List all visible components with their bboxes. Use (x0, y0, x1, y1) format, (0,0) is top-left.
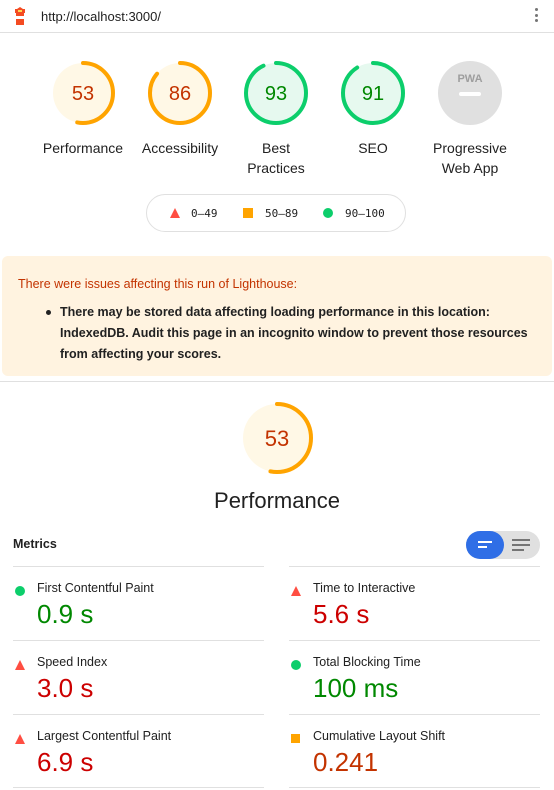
metric-value: 5.6 s (313, 599, 370, 629)
metric-indicator-icon (15, 583, 25, 601)
url-text: http://localhost:3000/ (41, 9, 161, 24)
divider (0, 381, 554, 382)
metric-name: Speed Index (37, 655, 108, 669)
gauge-ring-icon: 91 (341, 61, 405, 125)
metric-value: 6.9 s (37, 747, 94, 777)
gauge-label: Best Practices (247, 140, 305, 176)
metric-value: 0.241 (313, 747, 379, 777)
performance-score: 53 (265, 426, 289, 451)
metric-time-to-interactive: Time to Interactive 5.6 s (289, 566, 540, 640)
score-legend: 0–49 50–89 90–100 (146, 194, 406, 232)
metric-total-blocking-time: Total Blocking Time 100 ms (289, 640, 540, 714)
top-bar: http://localhost:3000/ (0, 0, 554, 33)
gauge-score: 86 (169, 83, 191, 105)
warning-list: There may be stored data affecting loadi… (46, 302, 530, 365)
pwa-badge-text: PWA (457, 73, 482, 85)
metric-indicator-icon (291, 583, 301, 601)
gauge-accessibility[interactable]: 86 Accessibility (130, 60, 230, 158)
gauge-label: Performance (42, 140, 124, 156)
metric-first-contentful-paint: First Contentful Paint 0.9 s (13, 566, 264, 640)
metric-name: Largest Contentful Paint (37, 729, 172, 743)
gauge-label: SEO (358, 140, 388, 156)
legend-pass: 90–100 (345, 207, 385, 220)
metric-name: First Contentful Paint (37, 581, 154, 595)
metric-name: Total Blocking Time (313, 655, 421, 669)
fail-triangle-icon (170, 208, 180, 218)
gauge-score: 53 (72, 83, 94, 105)
gauge-ring-icon: 86 (148, 61, 212, 125)
legend-average: 50–89 (265, 207, 299, 220)
compact-view-button[interactable] (466, 531, 504, 559)
metrics-heading: Metrics (13, 537, 57, 551)
performance-title: Performance (214, 488, 340, 513)
performance-gauge[interactable]: 53 (240, 401, 314, 475)
lighthouse-icon (15, 7, 25, 25)
gauge-ring-icon: 93 (244, 61, 308, 125)
pwa-badge-icon: PWA (438, 61, 502, 125)
gauge-label: Progressive Web App (433, 140, 507, 176)
metric-indicator-icon (291, 657, 301, 675)
gauge-performance[interactable]: 53 Performance (33, 60, 133, 158)
metric-indicator-icon (15, 731, 25, 749)
metric-value: 100 ms (313, 673, 399, 703)
metrics-view-toggle[interactable] (466, 531, 540, 559)
warning-item: There may be stored data affecting loadi… (46, 302, 530, 365)
gauge-score: 91 (362, 83, 384, 105)
warning-title: There were issues affecting this run of … (18, 277, 298, 291)
metric-indicator-icon (15, 657, 25, 675)
pass-circle-icon (323, 208, 333, 218)
gauge-best-practices[interactable]: 93 Best Practices (226, 60, 326, 178)
metric-value: 0.9 s (37, 599, 94, 629)
gauge-ring-icon: 53 (51, 61, 115, 125)
gauge-label: Accessibility (141, 140, 219, 156)
metric-speed-index: Speed Index 3.0 s (13, 640, 264, 714)
metric-name: Time to Interactive (313, 581, 416, 595)
expanded-view-button[interactable] (504, 531, 540, 559)
legend-fail: 0–49 (191, 207, 218, 220)
gauge-score: 93 (265, 83, 287, 105)
metric-value: 3.0 s (37, 673, 94, 703)
gauge-seo[interactable]: 91 SEO (323, 60, 423, 158)
gauge-pwa[interactable]: PWA Progressive Web App (420, 60, 520, 178)
run-warnings: There were issues affecting this run of … (2, 256, 552, 376)
metric-cumulative-layout-shift: Cumulative Layout Shift 0.241 (289, 714, 540, 788)
more-menu-icon[interactable] (535, 8, 539, 24)
average-square-icon (243, 208, 253, 218)
metric-name: Cumulative Layout Shift (313, 729, 446, 743)
metric-indicator-icon (291, 731, 301, 749)
metric-largest-contentful-paint: Largest Contentful Paint 6.9 s (13, 714, 264, 788)
